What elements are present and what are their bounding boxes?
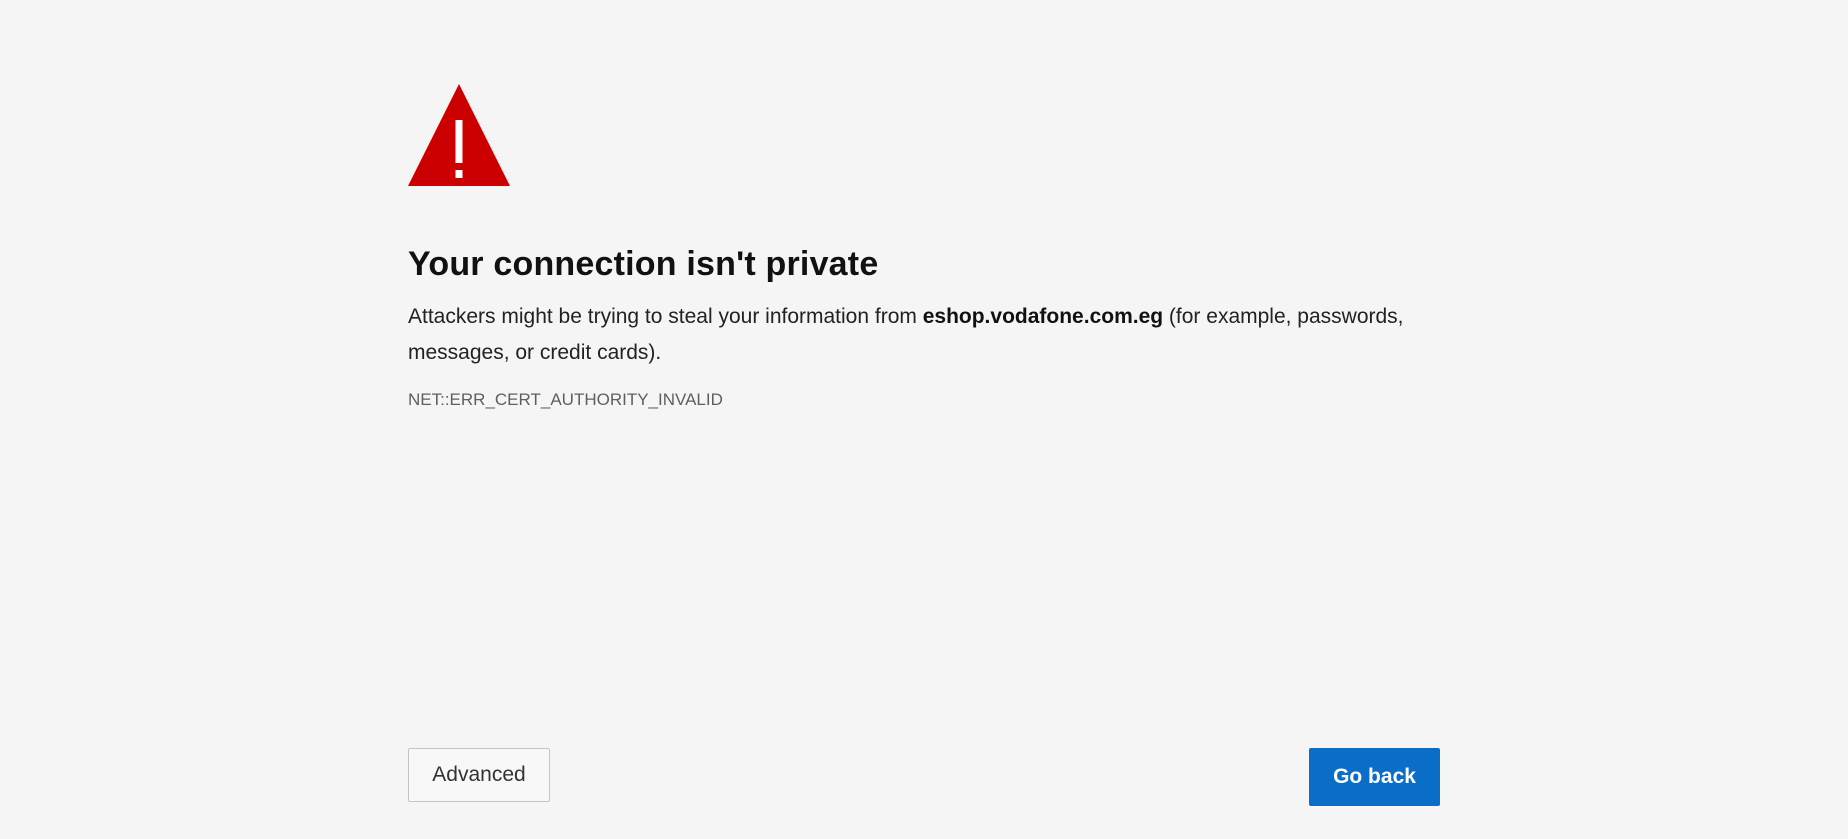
site-domain: eshop.vodafone.com.eg	[922, 305, 1164, 328]
error-code[interactable]: NET::ERR_CERT_AUTHORITY_INVALID	[408, 389, 1440, 411]
warning-triangle-icon	[408, 84, 510, 186]
advanced-button[interactable]: Advanced	[408, 748, 550, 802]
error-content: Your connection isn't private Attackers …	[408, 84, 1440, 411]
go-back-button[interactable]: Go back	[1309, 748, 1440, 806]
error-message: Attackers might be trying to steal your …	[408, 299, 1440, 371]
message-text-before: Attackers might be trying to steal your …	[408, 305, 923, 328]
error-page: Your connection isn't private Attackers …	[0, 0, 1848, 839]
page-title: Your connection isn't private	[408, 245, 879, 283]
